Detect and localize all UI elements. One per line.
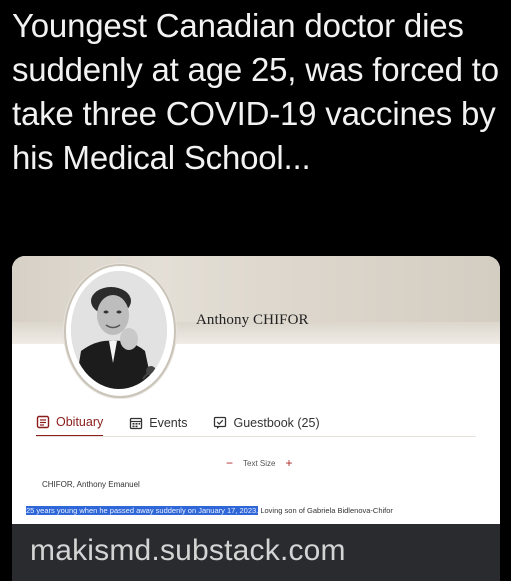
tab-bar: Obituary Events Guestbook (25) [36, 408, 476, 438]
tab-divider [36, 436, 476, 437]
highlighted-text: 25 years young when he passed away sudde… [26, 506, 259, 515]
text-size-increase-button[interactable]: + [285, 457, 292, 469]
message-icon [213, 416, 227, 430]
obituary-text-rest: Loving son of Gabriela Bidlenova-Chifor [258, 506, 393, 515]
deceased-name-heading: Anthony CHIFOR [196, 312, 309, 328]
tab-events[interactable]: Events [129, 410, 187, 436]
text-size-label: Text Size [243, 458, 276, 468]
tab-events-label: Events [149, 416, 188, 430]
document-icon [36, 415, 50, 429]
text-size-control: − Text Size + [226, 457, 293, 469]
text-size-decrease-button[interactable]: − [226, 457, 233, 469]
obituary-text: 25 years young when he passed away sudde… [26, 506, 393, 515]
calendar-icon [129, 416, 143, 430]
link-footer[interactable]: makismd.substack.com [12, 524, 500, 581]
link-preview-card[interactable]: Anthony CHIFOR Obituary Events Guestbook… [12, 256, 500, 524]
tab-guestbook[interactable]: Guestbook (25) [213, 410, 320, 436]
tab-guestbook-label: Guestbook (25) [233, 416, 320, 430]
tab-obituary[interactable]: Obituary [36, 409, 104, 437]
headline: Youngest Canadian doctor dies suddenly a… [12, 7, 499, 176]
source-domain: makismd.substack.com [30, 534, 346, 567]
tab-obituary-label: Obituary [56, 415, 104, 429]
portrait-photo [71, 271, 167, 389]
deceased-full-name: CHIFOR, Anthony Emanuel [42, 480, 140, 489]
